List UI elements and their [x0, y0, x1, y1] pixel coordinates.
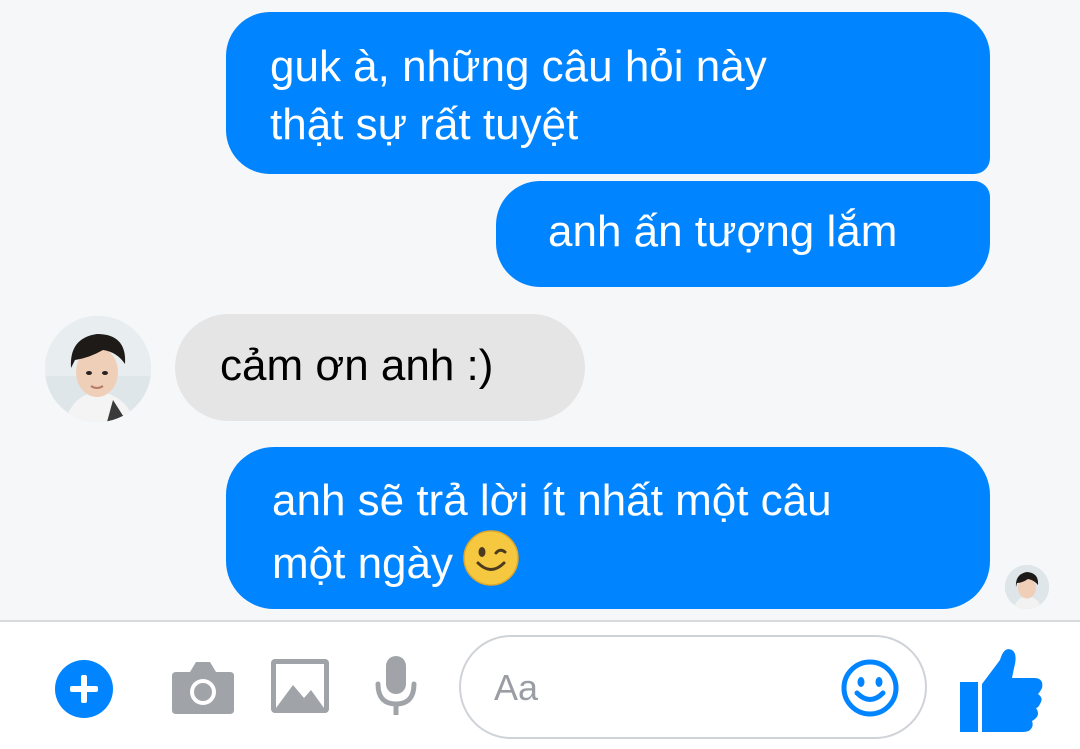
message-input[interactable]: Aa	[459, 635, 927, 739]
outgoing-message-bubble[interactable]: anh sẽ trả lời ít nhất một câu một ngày	[226, 447, 990, 609]
outgoing-message-bubble[interactable]: anh ấn tượng lắm	[496, 181, 990, 287]
message-line: cảm ơn anh :)	[220, 341, 494, 390]
message-line: anh ấn tượng lắm	[548, 207, 898, 256]
message-list: guk à, những câu hỏi này thật sự rất tuy…	[0, 0, 1080, 620]
composer-bar: Aa	[0, 620, 1080, 749]
message-line: anh sẽ trả lời ít nhất một câu	[272, 476, 832, 525]
message-line: guk à, những câu hỏi này	[270, 42, 767, 91]
message-line: thật sự rất tuyệt	[270, 100, 579, 149]
avatar-photo	[1005, 565, 1049, 609]
seen-indicator-avatar	[1005, 565, 1049, 609]
gallery-icon[interactable]	[271, 659, 329, 713]
incoming-message-bubble[interactable]: cảm ơn anh :)	[175, 314, 585, 421]
plus-icon[interactable]	[54, 659, 114, 719]
thumbs-up-icon[interactable]	[960, 646, 1044, 732]
message-input-placeholder: Aa	[494, 667, 539, 708]
message-line: một ngày	[272, 539, 453, 588]
message-line-with-emoji: một ngày	[272, 530, 990, 593]
emoji-icon[interactable]	[840, 658, 900, 718]
contact-avatar[interactable]	[45, 316, 151, 422]
winking-face-emoji	[463, 530, 519, 586]
avatar-photo	[45, 316, 151, 422]
outgoing-message-bubble[interactable]: guk à, những câu hỏi này thật sự rất tuy…	[226, 12, 990, 174]
microphone-icon[interactable]	[374, 656, 418, 718]
camera-icon[interactable]	[172, 658, 234, 714]
